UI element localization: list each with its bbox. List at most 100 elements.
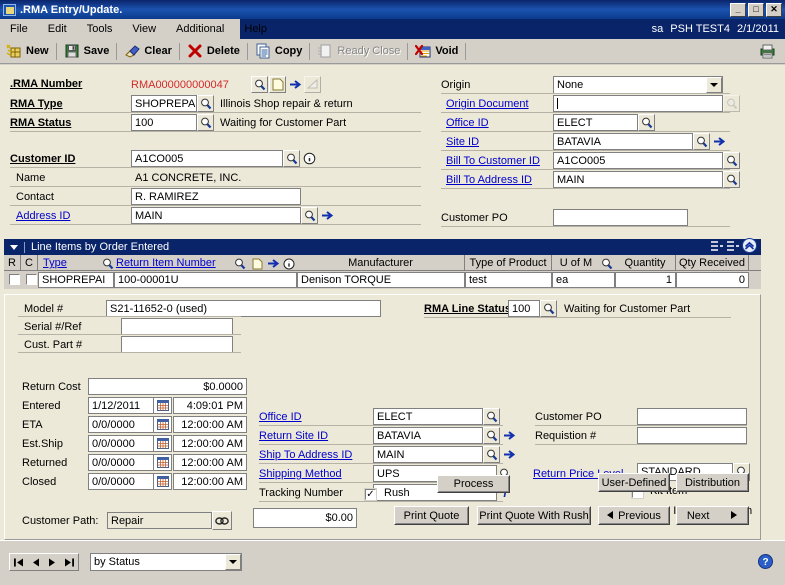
detail-office-id-lookup-icon[interactable]	[483, 408, 500, 425]
entered-time-input[interactable]: 4:09:01 PM	[173, 397, 247, 414]
delete-button[interactable]: Delete	[181, 40, 246, 62]
office-id-link[interactable]: Office ID	[446, 117, 489, 129]
customer-id-info-icon[interactable]	[301, 150, 317, 167]
rma-number-note-icon[interactable]	[304, 76, 321, 93]
grid-expand-icon[interactable]	[710, 240, 724, 255]
returned-time-input[interactable]: 12:00:00 AM	[173, 454, 247, 471]
menu-item-file[interactable]: File	[0, 21, 38, 37]
origin-select[interactable]: None	[553, 76, 723, 94]
row-return-item-number[interactable]: 100-00001U	[114, 272, 297, 288]
bill-to-customer-id-lookup-icon[interactable]	[723, 152, 740, 169]
site-id-goto-arrow-icon[interactable]	[711, 133, 727, 150]
est-ship-calendar-icon[interactable]	[154, 435, 172, 452]
ready-close-button[interactable]: Ready Close	[311, 40, 406, 62]
requistion-input[interactable]	[637, 427, 747, 444]
restore-up-icon[interactable]	[742, 238, 757, 256]
grid-item-goto-arrow-icon[interactable]	[265, 255, 281, 272]
bill-to-customer-id-link[interactable]: Bill To Customer ID	[446, 155, 540, 167]
return-site-id-lookup-icon[interactable]	[483, 427, 500, 444]
address-id-input[interactable]: MAIN	[131, 207, 301, 224]
bill-to-address-id-lookup-icon[interactable]	[723, 171, 740, 188]
row-type-of-product[interactable]: test	[465, 272, 552, 288]
entered-date-input[interactable]: 1/12/2011	[88, 397, 154, 414]
customer-path-link-icon[interactable]	[212, 511, 232, 530]
return-site-id-link[interactable]: Return Site ID	[259, 430, 328, 442]
row-type[interactable]: SHOPREPAI	[38, 272, 114, 288]
grid-collapse-icon[interactable]	[726, 240, 740, 255]
close-button[interactable]: ✕	[766, 2, 782, 17]
rma-status-input[interactable]: 100	[131, 114, 197, 131]
last-record-button[interactable]	[61, 554, 78, 570]
eta-date-input[interactable]: 0/0/0000	[88, 416, 154, 433]
print-quote-with-rush-button[interactable]: Print Quote With Rush	[477, 506, 591, 525]
detail-office-id-link[interactable]: Office ID	[259, 411, 302, 423]
new-button[interactable]: New	[0, 40, 55, 62]
address-id-link[interactable]: Address ID	[16, 210, 70, 222]
grid-item-lookup-icon[interactable]	[232, 255, 248, 272]
address-id-lookup-icon[interactable]	[301, 207, 318, 224]
detail-customer-po-input[interactable]	[637, 408, 747, 425]
menu-item-edit[interactable]: Edit	[38, 21, 77, 37]
row-uom[interactable]: ea	[552, 272, 615, 288]
help-icon[interactable]: ?	[758, 554, 773, 572]
rma-type-input[interactable]: SHOPREPA	[131, 95, 197, 112]
row-checkbox-c[interactable]	[25, 273, 38, 286]
copy-button[interactable]: Copy	[249, 40, 309, 62]
rush-checkbox[interactable]: ✓	[364, 488, 377, 501]
serial-ref-input[interactable]	[121, 318, 233, 335]
bill-to-customer-id-input[interactable]: A1CO005	[553, 152, 723, 169]
grid-type-lookup-icon[interactable]	[100, 255, 116, 272]
customer-id-lookup-icon[interactable]	[283, 150, 300, 167]
ship-to-address-id-link[interactable]: Ship To Address ID	[259, 449, 352, 461]
grid-item-info-icon[interactable]	[281, 255, 297, 272]
menu-item-additional[interactable]: Additional	[166, 21, 234, 37]
first-record-button[interactable]	[10, 554, 27, 570]
returned-calendar-icon[interactable]	[154, 454, 172, 471]
est-ship-date-input[interactable]: 0/0/0000	[88, 435, 154, 452]
origin-document-link[interactable]: Origin Document	[446, 98, 529, 110]
row-quantity[interactable]: 1	[615, 272, 676, 288]
bill-to-address-id-link[interactable]: Bill To Address ID	[446, 174, 532, 186]
site-id-lookup-icon[interactable]	[693, 133, 710, 150]
closed-time-input[interactable]: 12:00:00 AM	[173, 473, 247, 490]
grid-col-type[interactable]: Type	[43, 257, 67, 269]
maximize-button[interactable]: □	[748, 2, 764, 17]
rma-line-status-input[interactable]: 100	[508, 300, 540, 317]
return-site-id-goto-arrow-icon[interactable]	[501, 427, 517, 444]
eta-time-input[interactable]: 12:00:00 AM	[173, 416, 247, 433]
rma-number-lookup-icon[interactable]	[251, 76, 268, 93]
next-button[interactable]: Next	[676, 506, 749, 525]
return-site-id-input[interactable]: BATAVIA	[373, 427, 483, 444]
shipping-method-link[interactable]: Shipping Method	[259, 468, 342, 480]
menu-item-tools[interactable]: Tools	[77, 21, 123, 37]
origin-document-lookup-icon[interactable]	[723, 95, 740, 112]
customer-path-value[interactable]: Repair	[107, 512, 212, 529]
rma-status-lookup-icon[interactable]	[197, 114, 214, 131]
ship-to-address-id-lookup-icon[interactable]	[483, 446, 500, 463]
grid-uom-lookup-icon[interactable]	[599, 255, 615, 272]
rma-number-goto-arrow-icon[interactable]	[287, 76, 303, 93]
detail-office-id-input[interactable]: ELECT	[373, 408, 483, 425]
grid-item-new-doc-icon[interactable]	[249, 255, 265, 272]
customer-po-input[interactable]	[553, 209, 688, 226]
ship-to-address-id-goto-arrow-icon[interactable]	[501, 446, 517, 463]
row-checkbox-r[interactable]	[8, 273, 21, 286]
print-quote-button[interactable]: Print Quote	[394, 506, 469, 525]
est-ship-time-input[interactable]: 12:00:00 AM	[173, 435, 247, 452]
user-defined-button[interactable]: User-Defined	[598, 473, 670, 492]
distribution-button[interactable]: Distribution	[676, 473, 749, 492]
minimize-button[interactable]: _	[730, 2, 746, 17]
office-id-input[interactable]: ELECT	[553, 114, 638, 131]
returned-date-input[interactable]: 0/0/0000	[88, 454, 154, 471]
sort-chevron-down-icon[interactable]	[225, 554, 241, 570]
address-id-goto-arrow-icon[interactable]	[319, 207, 335, 224]
rma-number-new-doc-icon[interactable]	[269, 76, 286, 93]
menu-item-view[interactable]: View	[122, 21, 166, 37]
rma-type-lookup-icon[interactable]	[197, 95, 214, 112]
row-manufacturer[interactable]: Denison TORQUE	[297, 272, 465, 288]
void-button[interactable]: Void	[409, 40, 464, 62]
origin-document-input[interactable]	[553, 95, 723, 112]
grid-col-return-item-number[interactable]: Return Item Number	[116, 257, 216, 269]
office-id-lookup-icon[interactable]	[638, 114, 655, 131]
process-button[interactable]: Process	[437, 475, 510, 493]
